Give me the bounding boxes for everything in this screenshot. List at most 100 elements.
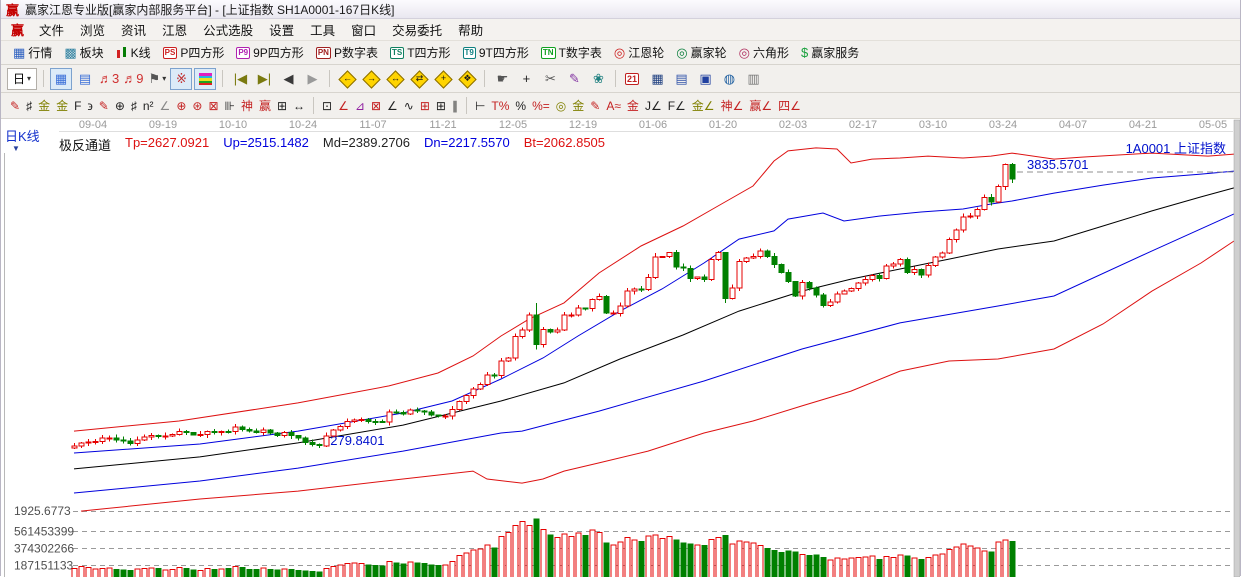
draw-tool-9-icon[interactable]: n² bbox=[143, 99, 154, 113]
menu-item-file[interactable]: 文件 bbox=[31, 22, 72, 40]
pan-right-diamond[interactable]: → bbox=[360, 68, 382, 90]
notes-tool[interactable]: ▤ bbox=[670, 68, 692, 90]
first-page-button[interactable]: |◀ bbox=[229, 68, 251, 90]
draw-tool-25-icon[interactable]: ∿ bbox=[404, 99, 414, 113]
draw-tool-21-icon[interactable]: ∠ bbox=[338, 99, 349, 113]
draw-tool-13-icon[interactable]: ⊠ bbox=[208, 99, 218, 113]
toolbar-button-quotes[interactable]: ▦行情 bbox=[13, 44, 52, 61]
print-tool[interactable]: ▥ bbox=[742, 68, 764, 90]
calendar-tool[interactable]: 21 bbox=[622, 68, 644, 90]
toolbar-button-9p-square[interactable]: P99P四方形 bbox=[236, 44, 303, 61]
draw-tool-40-icon[interactable]: F∠ bbox=[668, 99, 686, 113]
zoom-out-diamond[interactable]: ↔ bbox=[384, 68, 406, 90]
flag-dropdown[interactable]: ⚑▾ bbox=[146, 68, 168, 90]
draw-tool-12-icon[interactable]: ⊛ bbox=[192, 99, 202, 113]
draw-tool-38-icon[interactable]: 金 bbox=[627, 99, 639, 113]
draw-tool-15-icon[interactable]: 神 bbox=[241, 99, 253, 113]
right-scrollbar[interactable] bbox=[1234, 120, 1240, 577]
draw-tool-33-icon[interactable]: %= bbox=[532, 99, 550, 113]
menu-item-tools[interactable]: 工具 bbox=[302, 22, 343, 40]
draw-tool-20-icon[interactable]: ⊡ bbox=[322, 99, 332, 113]
scissors-tool[interactable]: ✂ bbox=[539, 68, 561, 90]
draw-tool-26-icon[interactable]: ⊞ bbox=[420, 99, 430, 113]
draw-tool-8-icon[interactable]: ♯ bbox=[131, 99, 137, 113]
main-chart-toggle[interactable]: ▦ bbox=[50, 68, 72, 90]
draw-tool-28-icon[interactable]: ∥ bbox=[452, 99, 458, 113]
crosshair-tool[interactable]: + bbox=[515, 68, 537, 90]
draw-tool-23-icon[interactable]: ⊠ bbox=[371, 99, 381, 113]
flower-tool[interactable]: ❀ bbox=[587, 68, 609, 90]
center-diamond[interactable]: + bbox=[432, 68, 454, 90]
menu-item-trade[interactable]: 交易委托 bbox=[384, 22, 450, 40]
last-page-button[interactable]: ▶| bbox=[253, 68, 275, 90]
draw-tool-14-icon[interactable]: ⊪ bbox=[225, 99, 235, 113]
draw-tool-7-icon[interactable]: ⊕ bbox=[115, 99, 125, 113]
draw-tool-5-icon[interactable]: ϶ bbox=[87, 99, 92, 113]
toolbar-button-kline[interactable]: K线 bbox=[116, 44, 151, 61]
calculator-tool[interactable]: ▦ bbox=[646, 68, 668, 90]
draw-tool-18-icon[interactable]: ↔ bbox=[293, 99, 305, 113]
draw-tool-6-icon[interactable]: ✎ bbox=[99, 99, 109, 113]
menu-item-gann[interactable]: 江恩 bbox=[154, 22, 195, 40]
period-selector[interactable]: 日K线 bbox=[5, 126, 40, 145]
draw-tool-22-icon[interactable]: ⊿ bbox=[355, 99, 365, 113]
zoom-in-diamond[interactable]: ⇄ bbox=[408, 68, 430, 90]
draw-tool-41-icon[interactable]: 金∠ bbox=[692, 99, 715, 113]
fit-all-diamond[interactable]: ❖ bbox=[456, 68, 478, 90]
draw-tool-16-icon[interactable]: 赢 bbox=[259, 99, 271, 113]
color-bars-toggle[interactable] bbox=[194, 68, 216, 90]
draw-tool-24-icon[interactable]: ∠ bbox=[387, 99, 398, 113]
chart-area[interactable]: 日K线 ▼ 极反通道 Tp=2627.0921 Up=2515.1482 Md=… bbox=[1, 119, 1240, 577]
toolbar-button-winner-wheel[interactable]: ◎赢家轮 bbox=[676, 44, 726, 61]
draw-tool-34-icon[interactable]: ◎ bbox=[556, 99, 566, 113]
draw-tool-27-icon[interactable]: ⊞ bbox=[436, 99, 446, 113]
menu-item-window[interactable]: 窗口 bbox=[343, 22, 384, 40]
info-panel-toggle[interactable]: ▤ bbox=[74, 68, 96, 90]
draw-tool-11-icon[interactable]: ⊕ bbox=[176, 99, 186, 113]
menu-item-settings[interactable]: 设置 bbox=[261, 22, 302, 40]
draw-tool-30-icon[interactable]: ⊢ bbox=[475, 99, 485, 113]
draw-tool-43-icon[interactable]: 赢∠ bbox=[749, 99, 772, 113]
menu-item-help[interactable]: 帮助 bbox=[450, 22, 491, 40]
draw-tool-1-icon[interactable]: ♯ bbox=[26, 99, 32, 113]
toolbar-button-winner-service[interactable]: $赢家服务 bbox=[801, 44, 859, 61]
period-day-dropdown[interactable]: 日▾ bbox=[7, 68, 37, 90]
draw-tool-44-icon[interactable]: 四∠ bbox=[778, 99, 801, 113]
pattern-toggle[interactable]: ※ bbox=[170, 68, 192, 90]
pan-left-diamond[interactable]: ← bbox=[336, 68, 358, 90]
draw-tool-39-icon[interactable]: J∠ bbox=[645, 99, 662, 113]
draw-tool-4-icon[interactable]: F bbox=[74, 99, 81, 113]
kline-chart[interactable]: 09-0409-1910-1010-2411-0711-2112-0512-19… bbox=[1, 119, 1240, 577]
draw-tool-35-icon[interactable]: 金 bbox=[572, 99, 584, 113]
toolbar-button-sectors[interactable]: ▩板块 bbox=[64, 44, 103, 61]
hand-tool[interactable]: ☛ bbox=[491, 68, 513, 90]
draw-tool-31-icon[interactable]: T% bbox=[491, 99, 509, 113]
draw-tool-10-icon[interactable]: ∠ bbox=[160, 99, 171, 113]
menu-item-browse[interactable]: 浏览 bbox=[72, 22, 113, 40]
menu-item-formula-picker[interactable]: 公式选股 bbox=[195, 22, 261, 40]
draw-tool-3-icon[interactable]: 金 bbox=[56, 99, 68, 113]
three-bars-toggle[interactable]: ♬3 bbox=[98, 68, 120, 90]
pen-tool[interactable]: ✎ bbox=[563, 68, 585, 90]
nine-bars-toggle[interactable]: ♬9 bbox=[122, 68, 144, 90]
toolbar-button-t-square[interactable]: TST四方形 bbox=[390, 44, 451, 61]
draw-tool-42-icon[interactable]: 神∠ bbox=[721, 99, 744, 113]
save-tool[interactable]: ▣ bbox=[694, 68, 716, 90]
toolbar-button-t-number-table[interactable]: TNT数字表 bbox=[541, 44, 602, 61]
draw-tool-17-icon[interactable]: ⊞ bbox=[277, 99, 287, 113]
toolbar-button-9t-square[interactable]: T99T四方形 bbox=[463, 44, 529, 61]
period-dropdown-arrow-icon[interactable]: ▼ bbox=[12, 144, 20, 153]
toolbar-button-hexagon[interactable]: ◎六角形 bbox=[739, 44, 789, 61]
draw-tool-37-icon[interactable]: A≈ bbox=[606, 99, 621, 113]
draw-tool-2-icon[interactable]: 金 bbox=[38, 99, 50, 113]
draw-tool-32-icon[interactable]: % bbox=[515, 99, 526, 113]
draw-tool-0-icon[interactable]: ✎ bbox=[10, 99, 20, 113]
web-export-tool[interactable]: ◍ bbox=[718, 68, 740, 90]
toolbar-button-gann-wheel[interactable]: ◎江恩轮 bbox=[614, 44, 664, 61]
menu-item-news[interactable]: 资讯 bbox=[113, 22, 154, 40]
draw-tool-36-icon[interactable]: ✎ bbox=[590, 99, 600, 113]
toolbar-button-p-number-table[interactable]: PNP数字表 bbox=[316, 44, 378, 61]
toolbar-button-p-square[interactable]: PSP四方形 bbox=[163, 44, 225, 61]
prev-bar-button[interactable]: ◀ bbox=[277, 68, 299, 90]
next-bar-button[interactable]: ▶ bbox=[301, 68, 323, 90]
